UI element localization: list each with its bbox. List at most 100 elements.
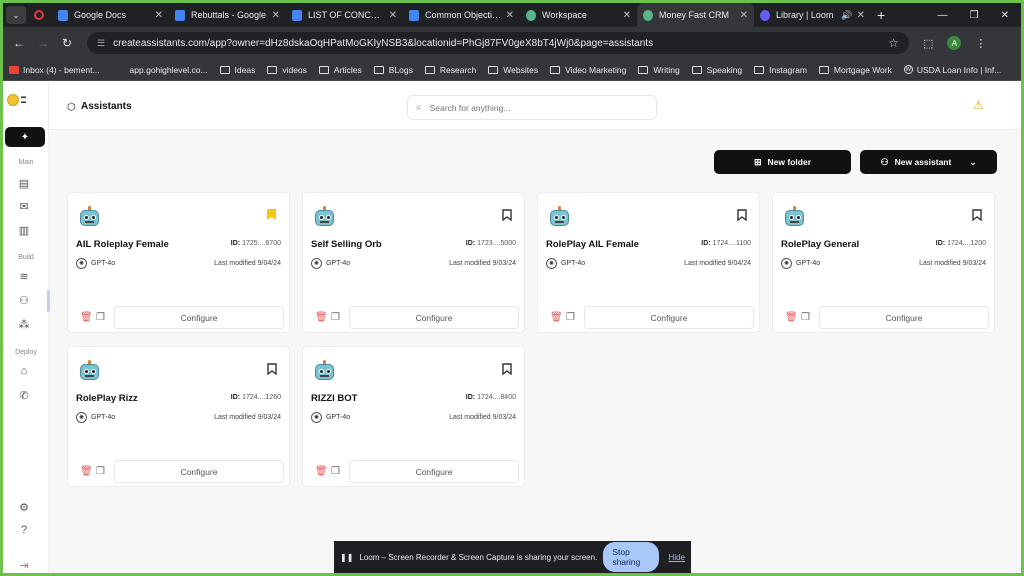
chevron-down-icon[interactable]: ⌄ (969, 157, 976, 168)
bookmark-item[interactable]: Articles (313, 65, 368, 75)
copy-icon[interactable]: ❐ (331, 312, 340, 323)
bookmark-item[interactable]: Research (419, 65, 482, 75)
reload-icon[interactable]: ↻ (55, 36, 79, 50)
bookmark-item[interactable]: Video Marketing (544, 65, 632, 75)
bookmark-item[interactable]: W USDA Loan Info | Inf... (898, 65, 1007, 75)
hide-link[interactable]: Hide (669, 553, 685, 562)
configure-button[interactable]: Configure (584, 306, 754, 329)
stop-sharing-button[interactable]: Stop sharing (603, 542, 659, 572)
search-box[interactable]: ⌕ (407, 95, 657, 120)
integrations-icon[interactable]: ⁂ (17, 317, 31, 331)
copy-icon[interactable]: ❐ (801, 312, 810, 323)
new-folder-button[interactable]: ⊞ New folder (714, 150, 851, 174)
close-window-icon[interactable]: ✕ (1001, 10, 1009, 21)
trash-icon[interactable]: 🗑 (315, 466, 328, 477)
phone-icon[interactable]: ✆ (17, 388, 31, 402)
search-input[interactable] (429, 102, 630, 113)
tab-1[interactable]: Rebuttals - Google ✕ (169, 3, 286, 27)
assistant-card[interactable]: RolePlay Rizz ID: 1724....1260 ✺ GPT-4o L… (67, 346, 290, 487)
bookmark-item[interactable]: BLogs (368, 65, 419, 75)
bookmark-icon[interactable] (267, 209, 276, 223)
configure-button[interactable]: Configure (819, 306, 989, 329)
assistant-card[interactable]: RIZZI BOT ID: 1724....8400 ✺ GPT-4o Last … (302, 346, 525, 487)
bookmark-item[interactable]: Ideas (214, 65, 262, 75)
assistant-card[interactable]: RolePlay AIL Female ID: 1724....1100 ✺ GP… (537, 192, 760, 333)
restore-icon[interactable]: ❐ (970, 10, 979, 21)
tab-4[interactable]: Workspace ✕ (520, 3, 637, 27)
close-icon[interactable]: ✕ (857, 10, 865, 21)
assistant-card[interactable]: AIL Roleplay Female ID: 1725....8700 ✺ GP… (67, 192, 290, 333)
forward-icon[interactable]: → (31, 36, 55, 50)
site-info-icon[interactable]: ☰ (97, 38, 105, 49)
bookmark-icon[interactable] (502, 209, 512, 224)
url-field[interactable]: ☰ createassistants.com/app?owner=dHz8dsk… (87, 32, 909, 54)
help-icon[interactable]: ? (17, 523, 31, 537)
new-assistant-button[interactable]: ⚇ New assistant ⌄ (860, 150, 997, 174)
close-icon[interactable]: ✕ (155, 10, 163, 21)
trash-icon[interactable]: 🗑 (785, 312, 798, 323)
configure-button[interactable]: Configure (349, 306, 519, 329)
bookmark-item[interactable]: Writing (632, 65, 685, 75)
bookmark-icon[interactable] (267, 363, 277, 378)
profile-avatar[interactable]: A (947, 36, 962, 50)
warning-icon[interactable]: ⚠ (973, 98, 984, 112)
copy-icon[interactable]: ❐ (96, 312, 105, 323)
tab-search-icon[interactable]: ⌄ (6, 6, 26, 24)
database-icon[interactable]: ≋ (17, 269, 31, 283)
bookmark-item[interactable]: videos (261, 65, 313, 75)
extensions-icon[interactable]: ⬚ (923, 37, 933, 50)
menu-icon[interactable]: ⋮ (975, 37, 986, 50)
close-icon[interactable]: ✕ (740, 10, 748, 21)
assistant-card[interactable]: Self Selling Orb ID: 1723....5000 ✺ GPT-4… (302, 192, 525, 333)
trash-icon[interactable]: 🗑 (80, 466, 93, 477)
trash-icon[interactable]: 🗑 (550, 312, 563, 323)
bookmark-item[interactable]: Websites (482, 65, 544, 75)
dashboard-icon[interactable]: ▤ (17, 176, 31, 190)
bookmark-item[interactable]: Speaking (686, 65, 748, 75)
bookmark-item[interactable]: Inbox (4) - bement... (3, 65, 106, 75)
trash-icon[interactable]: 🗑 (80, 312, 93, 323)
copy-icon[interactable]: ❐ (331, 466, 340, 477)
copy-icon[interactable]: ❐ (96, 466, 105, 477)
assistant-card[interactable]: RolePlay General ID: 1724....1200 ✺ GPT-4… (772, 192, 995, 333)
assistant-model: ✺ GPT-4o (311, 258, 350, 269)
bookmark-item[interactable]: Mortgage Work (813, 65, 898, 75)
assistant-model: ✺ GPT-4o (546, 258, 585, 269)
add-user-icon[interactable]: ⚇ (17, 293, 31, 307)
close-icon[interactable]: ✕ (623, 10, 631, 21)
bookmark-icon[interactable] (502, 363, 512, 378)
tab-2[interactable]: LIST OF CONCERNS ✕ (286, 3, 403, 27)
bookmark-label: Articles (333, 64, 362, 75)
trash-icon[interactable]: 🗑 (315, 312, 328, 323)
back-icon[interactable]: ← (7, 36, 31, 50)
inbox-icon[interactable]: ✉ (17, 199, 31, 213)
copy-icon[interactable]: ❐ (566, 312, 575, 323)
close-icon[interactable]: ✕ (506, 10, 514, 21)
configure-button[interactable]: Configure (114, 306, 284, 329)
sidebar-resize-handle[interactable] (47, 290, 50, 312)
settings-icon[interactable]: ⚙ (17, 500, 31, 514)
star-icon[interactable]: ☆ (888, 36, 899, 50)
tab-0[interactable]: Google Docs ✕ (52, 3, 169, 27)
configure-button[interactable]: Configure (349, 460, 519, 483)
logout-icon[interactable]: ⇥ (17, 558, 31, 572)
last-modified: Last modified 9/03/24 (449, 414, 516, 421)
assistants-nav-button[interactable]: ✦ (5, 127, 45, 147)
tab-6[interactable]: Library | Loom 🔊 ✕ (754, 3, 871, 27)
tag-icon[interactable]: ⌂ (17, 364, 31, 378)
wordpress-icon: W (903, 65, 913, 74)
new-tab-icon[interactable]: + (877, 7, 885, 23)
bookmark-item[interactable]: app.gohighlevel.co... (124, 65, 214, 75)
close-icon[interactable]: ✕ (272, 10, 280, 21)
pause-icon[interactable]: ❚❚ (340, 553, 353, 562)
configure-button[interactable]: Configure (114, 460, 284, 483)
bookmark-item[interactable]: Instagram (748, 65, 813, 75)
minimize-icon[interactable]: — (938, 10, 948, 21)
tab-3[interactable]: Common Objection ✕ (403, 3, 520, 27)
tab-5[interactable]: Money Fast CRM ✕ (637, 3, 754, 27)
bookmark-icon[interactable] (972, 209, 982, 224)
bookmark-icon[interactable] (737, 209, 747, 224)
close-icon[interactable]: ✕ (389, 10, 397, 21)
speaker-icon[interactable]: 🔊 (841, 10, 852, 21)
analytics-icon[interactable]: ▥ (17, 223, 31, 237)
